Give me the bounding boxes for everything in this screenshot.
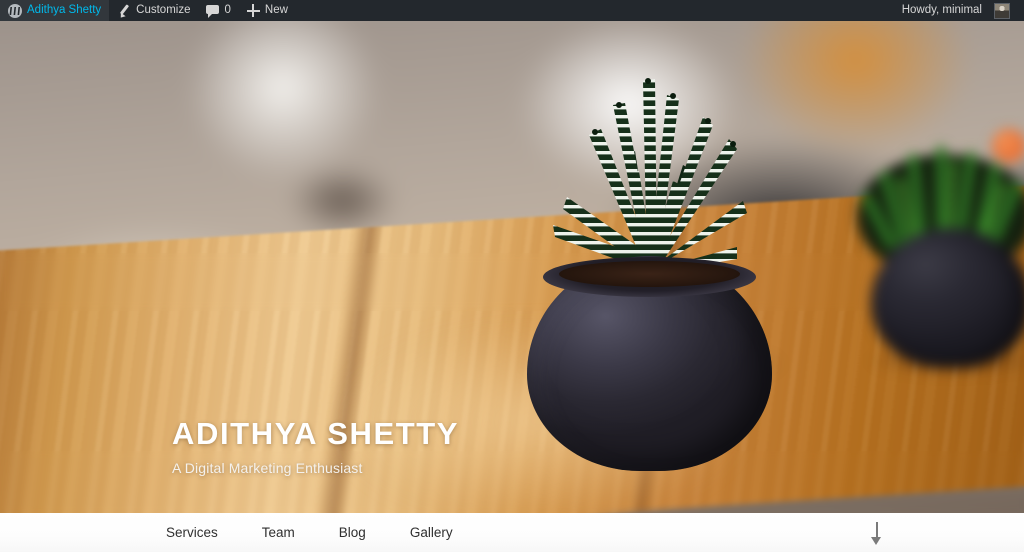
hero-text-block: ADITHYA SHETTY A Digital Marketing Enthu…	[172, 418, 459, 476]
admin-bar-my-account[interactable]: Howdy, minimal	[894, 0, 1018, 21]
pencil-icon	[117, 4, 131, 18]
secondary-plant	[845, 106, 1024, 376]
customize-label: Customize	[136, 4, 191, 16]
arrow-down-icon[interactable]	[866, 521, 888, 547]
howdy-label: Howdy, minimal	[901, 4, 982, 16]
hero-banner: ADITHYA SHETTY A Digital Marketing Enthu…	[0, 21, 1024, 513]
admin-bar-site-name[interactable]: Adithya Shetty	[0, 0, 110, 21]
admin-bar-new[interactable]: New	[239, 0, 296, 21]
comment-count: 0	[224, 4, 231, 16]
admin-bar-comments[interactable]: 0	[198, 0, 238, 21]
admin-bar-right-group: Howdy, minimal	[894, 0, 1024, 21]
site-navigation-bar: Services Team Blog Gallery	[0, 513, 1024, 552]
user-avatar-icon	[994, 2, 1010, 19]
new-label: New	[264, 4, 288, 16]
site-name-label: Adithya Shetty	[27, 4, 102, 16]
admin-bar-left-group: Adithya Shetty Customize 0 New	[0, 0, 296, 21]
secondary-pot	[871, 228, 1024, 368]
nav-item-gallery[interactable]: Gallery	[410, 516, 453, 549]
arrow-down-head	[871, 537, 882, 545]
comment-bubble-icon	[206, 4, 220, 18]
main-plant	[497, 61, 797, 481]
nav-item-services[interactable]: Services	[166, 516, 218, 549]
nav-item-team[interactable]: Team	[262, 516, 295, 549]
nav-links: Services Team Blog Gallery	[166, 516, 497, 549]
hero-title: ADITHYA SHETTY	[172, 416, 460, 452]
wordpress-logo-icon	[8, 3, 22, 18]
admin-bar-customize[interactable]: Customize	[109, 0, 198, 21]
main-pot-soil	[559, 261, 740, 287]
plus-icon	[246, 4, 260, 17]
nav-item-blog[interactable]: Blog	[339, 516, 366, 549]
hero-subtitle: A Digital Marketing Enthusiast	[172, 460, 363, 476]
wp-admin-bar: Adithya Shetty Customize 0 New Howdy, mi…	[0, 0, 1024, 21]
